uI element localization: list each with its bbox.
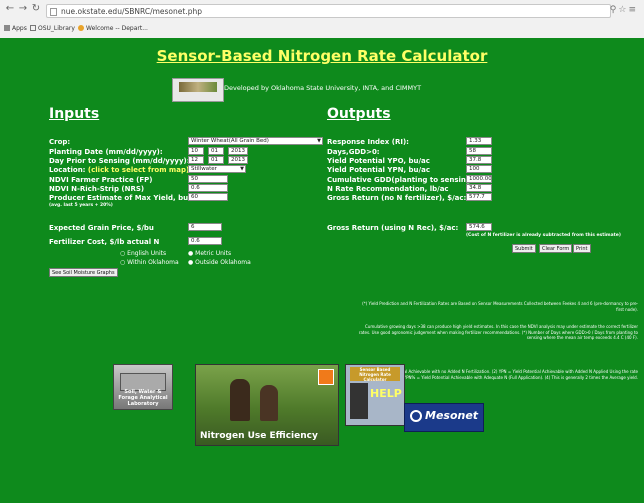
sbnrc-logo [172, 78, 224, 102]
developed-by-text: Developed by Oklahoma State University, … [224, 84, 422, 92]
submit-button[interactable]: Submit [512, 244, 536, 253]
gross-no-n-label: Gross Return (no N fertilizer), $/ac: [327, 194, 467, 202]
location-label: Location: (click to select from map) [49, 166, 190, 174]
grain-price-input[interactable]: 6 [188, 223, 222, 231]
planting-day-input[interactable]: 01 [208, 147, 224, 155]
nue-banner[interactable]: Nitrogen Use Efficiency [195, 364, 339, 446]
radio-selected-icon: ● [188, 259, 194, 266]
chevron-down-icon: ▼ [240, 166, 244, 172]
sensing-year-input[interactable]: 2013 [228, 156, 248, 164]
planting-month-input[interactable]: 10 [188, 147, 204, 155]
sensing-month-input[interactable]: 12 [188, 156, 204, 164]
help-banner[interactable]: Sensor Based Nitrogen Rate Calculator HE… [345, 364, 405, 426]
crop-select[interactable]: Winter Wheat(All Grain Bed) ▼ [188, 137, 323, 145]
address-bar[interactable]: nue.okstate.edu/SBNRC/mesonet.php [46, 4, 611, 18]
bookmark-welcome[interactable]: Welcome -- Depart... [78, 25, 148, 32]
sensing-day-input[interactable]: 01 [208, 156, 224, 164]
radio-icon: ○ [120, 250, 126, 257]
mesonet-banner[interactable]: Mesonet [404, 403, 484, 432]
ndvi-fp-label: NDVI Farmer Practice (FP) [49, 176, 153, 184]
producer-estimate-note: (avg. last 5 years + 20%) [49, 203, 113, 208]
browser-menu-icons[interactable]: ⚲☆≡ [610, 5, 638, 15]
wheat-field-image [179, 82, 217, 92]
fert-cost-label: Fertilizer Cost, $/lb actual N [49, 238, 160, 246]
bookmark-apps[interactable]: Apps [4, 25, 27, 32]
gross-no-n-output: 577.7 [466, 193, 492, 201]
gross-n-output: 574.6 [466, 223, 492, 231]
ypo-label: Yield Potential YPO, bu/ac [327, 157, 430, 165]
child-figure-image [260, 385, 278, 421]
nrate-label: N Rate Recommendation, lb/ac [327, 185, 449, 193]
calculator-icon [350, 383, 368, 419]
producer-estimate-input[interactable]: 60 [188, 193, 228, 201]
inputs-heading: Inputs [49, 106, 100, 122]
bookmark-osu-library[interactable]: OSU_Library [30, 25, 75, 32]
osu-logo-icon [318, 369, 334, 385]
producer-estimate-label: Producer Estimate of Max Yield, bu/ac: [49, 194, 203, 202]
sensing-date-label: Day Prior to Sensing (mm/dd/yyyy): [49, 157, 190, 165]
nrate-output: 34.8 [466, 184, 492, 192]
radio-selected-icon: ● [188, 250, 194, 257]
planting-date-label: Planting Date (mm/dd/yyyy): [49, 148, 163, 156]
soil-moisture-graphs-button[interactable]: See Soil Moisture Graphs [49, 268, 118, 277]
gdd-output: 58 [466, 147, 492, 155]
gdd-label: Days,GDD>0: [327, 148, 380, 156]
soil-lab-banner[interactable]: Soil, Water & Forage Analytical Laborato… [113, 364, 173, 410]
within-oklahoma-radio[interactable]: ○ Within Oklahoma [120, 259, 179, 266]
mesonet-logo-icon [410, 410, 422, 422]
ypn-output: 100 [466, 165, 492, 173]
back-icon[interactable]: ← [4, 3, 16, 14]
cgdd-label: Cumulative GDD(planting to sensing): [327, 176, 477, 184]
gross-n-label: Gross Return (using N Rec), $/ac: [327, 224, 459, 232]
ndvi-fp-input[interactable]: 50 [188, 175, 228, 183]
note-gdd-warning: Cumulative growing days >38 can produce … [358, 324, 638, 341]
radio-icon: ○ [120, 259, 126, 266]
ndvi-nrs-input[interactable]: 0.6 [188, 184, 228, 192]
gross-n-note: (Cost of N fertilizer is already subtrac… [466, 233, 621, 238]
page-icon [50, 8, 57, 16]
metric-units-radio[interactable]: ● Metric Units [188, 250, 231, 257]
ypn-label: Yield Potential YPN, bu/ac [327, 166, 430, 174]
location-map-link[interactable]: (click to select from map) [88, 166, 189, 174]
bookmarks-bar: Apps OSU_Library Welcome -- Depart... [0, 22, 644, 37]
english-units-radio[interactable]: ○ English Units [120, 250, 166, 257]
ri-label: Response Index (RI): [327, 138, 409, 146]
print-button[interactable]: Print [573, 244, 591, 253]
ypo-output: 37.8 [466, 156, 492, 164]
url-text: nue.okstate.edu/SBNRC/mesonet.php [61, 7, 202, 16]
child-figure-image [230, 379, 250, 421]
location-select[interactable]: Stillwater ▼ [188, 165, 246, 173]
grain-price-label: Expected Grain Price, $/bu [49, 224, 154, 232]
ndvi-nrs-label: NDVI N-Rich-Strip (NRS) [49, 185, 145, 193]
outside-oklahoma-radio[interactable]: ● Outside Oklahoma [188, 259, 251, 266]
note-sensor-timing: (*) Yield Prediction and N Fertilization… [362, 301, 638, 312]
browser-chrome: ← → ↻ nue.okstate.edu/SBNRC/mesonet.php … [0, 0, 644, 39]
page-icon [30, 25, 36, 31]
planting-year-input[interactable]: 2013 [228, 147, 248, 155]
cgdd-output: 1000.00 [466, 175, 492, 183]
forward-icon[interactable]: → [17, 3, 29, 14]
page-title: Sensor-Based Nitrogen Rate Calculator [156, 47, 488, 65]
chevron-down-icon: ▼ [317, 138, 321, 144]
ri-output: 1.33 [466, 137, 492, 145]
reload-icon[interactable]: ↻ [30, 3, 42, 14]
clear-form-button[interactable]: Clear Form [539, 244, 573, 253]
outputs-heading: Outputs [327, 106, 391, 122]
fert-cost-input[interactable]: 0.6 [188, 237, 222, 245]
apps-icon [4, 25, 10, 31]
crop-label: Crop: [49, 138, 71, 146]
browser-toolbar: ← → ↻ nue.okstate.edu/SBNRC/mesonet.php … [0, 2, 644, 20]
site-icon [78, 25, 84, 31]
